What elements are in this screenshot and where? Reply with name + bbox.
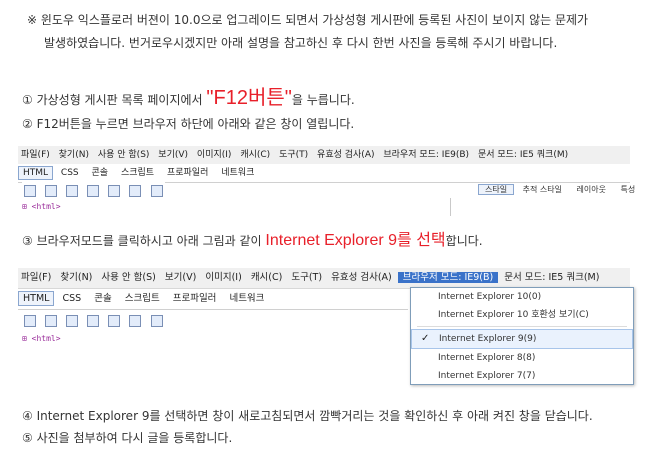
dom-icon-2[interactable] [150,315,163,327]
tab-profiler[interactable]: 프로파일러 [162,168,213,178]
tab-network-2[interactable]: 네트워크 [224,293,269,304]
tab-console-2[interactable]: 콘솔 [89,293,116,304]
browser-mode-menu[interactable]: 브라우저 모드: IE9(B) [380,150,472,160]
browser-mode-dropdown: Internet Explorer 10(0) Internet Explore… [410,287,634,385]
browser-mode-menu-active[interactable]: 브라우저 모드: IE9(B) [397,272,499,283]
menu-disable[interactable]: 사용 안 함(S) [95,150,153,160]
html-node-label-2: <html> [31,334,61,343]
tab-html-2[interactable]: HTML [18,291,55,306]
html-node-label: <html> [31,202,61,211]
dropdown-item-ie10-compat[interactable]: Internet Explorer 10 호환성 보기(C) [411,306,633,324]
tab-css-2[interactable]: CSS [57,293,86,304]
tab-html[interactable]: HTML [18,166,54,180]
edit-icon[interactable] [129,185,142,197]
step-5: ⑤ 사진을 첨부하여 다시 글을 등록합니다. [22,431,233,445]
devtools-menubar-1: 파일(F) 찾기(N) 사용 안 함(S) 보기(V) 이미지(I) 캐시(C)… [18,146,630,165]
word-wrap-icon[interactable] [108,185,121,197]
step-3-post: 합니다. [445,234,483,248]
tab-style[interactable]: 스타일 [478,184,515,195]
menu-validate-2[interactable]: 유효성 검사(A) [328,272,395,283]
dropdown-item-ie9[interactable]: ✓ Internet Explorer 9(9) [411,329,633,349]
html-node-1[interactable]: ⊞ <html> [22,202,61,211]
tab-attributes[interactable]: 특성 [615,185,642,194]
menu-find-2[interactable]: 찾기(N) [57,272,95,283]
dropdown-item-ie10[interactable]: Internet Explorer 10(0) [411,288,633,306]
tab-console[interactable]: 콘솔 [87,168,114,178]
word-wrap-icon-2[interactable] [108,315,121,327]
clear-icon[interactable] [45,185,58,197]
html-node-2[interactable]: ⊞ <html> [22,334,61,343]
menu-view[interactable]: 보기(V) [155,150,191,160]
step-1-post: 을 누릅니다. [291,93,355,107]
dropdown-item-ie7[interactable]: Internet Explorer 7(7) [411,367,633,385]
step-3-emph: Internet Explorer 9를 선택 [265,232,446,249]
refresh-icon[interactable] [87,185,100,197]
step-1-pre: ① 가상성형 게시판 목록 페이지에서 [22,93,203,107]
menu-images-2[interactable]: 이미지(I) [202,272,244,283]
dropdown-item-label: Internet Explorer 7(7) [438,371,536,381]
devtools-tabbar-1: HTML CSS 콘솔 스크립트 프로파일러 네트워크 [18,164,630,183]
tab-network[interactable]: 네트워크 [216,168,259,178]
notice-line-2: 발생하였습니다. 번거로우시겠지만 아래 설명을 참고하신 후 다시 한번 사진… [44,36,558,50]
dropdown-item-label: Internet Explorer 10(0) [438,292,542,302]
dom-icon[interactable] [150,185,163,197]
menu-images[interactable]: 이미지(I) [194,150,235,160]
dropdown-separator [417,326,627,327]
select-element-icon[interactable] [24,185,36,197]
step-1-emph: "F12버튼" [206,87,292,109]
menu-find[interactable]: 찾기(N) [56,150,92,160]
menu-file[interactable]: 파일(F) [18,150,53,160]
right-panel-1 [450,198,631,216]
tab-profiler-2[interactable]: 프로파일러 [168,293,222,304]
tab-script-2[interactable]: 스크립트 [120,293,165,304]
tab-trace-style[interactable]: 추적 스타일 [517,185,568,194]
step-1: ① 가상성형 게시판 목록 페이지에서 "F12버튼"을 누릅니다. [22,86,355,112]
dropdown-item-label: Internet Explorer 9(9) [439,334,537,344]
tab-css[interactable]: CSS [56,168,84,178]
devtools-toolbar-2 [22,312,165,328]
devtools-tabbar-2: HTML CSS 콘솔 스크립트 프로파일러 네트워크 [18,289,408,310]
menu-file-2[interactable]: 파일(F) [18,272,54,283]
save-icon-2[interactable] [66,315,79,327]
document-mode-menu-2[interactable]: 문서 모드: IE5 쿼크(M) [501,272,602,283]
check-icon: ✓ [421,333,430,344]
step-2: ② F12버튼을 누르면 브라우저 하단에 아래와 같은 창이 열립니다. [22,117,355,131]
tab-layout[interactable]: 레이아웃 [571,185,612,194]
menu-tools[interactable]: 도구(T) [276,150,311,160]
dropdown-item-label: Internet Explorer 8(8) [438,353,536,363]
menu-cache-2[interactable]: 캐시(C) [248,272,286,283]
step-4: ④ Internet Explorer 9를 선택하면 창이 새로고침되면서 깜… [22,409,593,423]
notice-line-1: ※ 윈도우 익스플로러 버젼이 10.0으로 업그레이드 되면서 가상성형 게시… [27,13,589,27]
step-3-pre: ③ 브라우저모드를 클릭하시고 아래 그림과 같이 [22,234,262,248]
dropdown-item-label: Internet Explorer 10 호환성 보기(C) [438,310,589,320]
menu-tools-2[interactable]: 도구(T) [288,272,325,283]
menu-view-2[interactable]: 보기(V) [162,272,199,283]
document-mode-menu[interactable]: 문서 모드: IE5 쿼크(M) [475,150,571,160]
menu-validate[interactable]: 유효성 검사(A) [314,150,377,160]
menu-disable-2[interactable]: 사용 안 함(S) [98,272,158,283]
devtools-toolbar-1 [22,182,165,198]
edit-icon-2[interactable] [129,315,142,327]
menu-cache[interactable]: 캐시(C) [237,150,273,160]
clear-icon-2[interactable] [45,315,58,327]
dropdown-item-ie8[interactable]: Internet Explorer 8(8) [411,349,633,367]
select-element-icon-2[interactable] [24,315,36,327]
right-panel-tabs: 스타일 추적 스타일 레이아웃 특성 [478,182,641,198]
refresh-icon-2[interactable] [87,315,100,327]
save-icon[interactable] [66,185,79,197]
step-3: ③ 브라우저모드를 클릭하시고 아래 그림과 같이 Internet Explo… [22,231,483,251]
tab-script[interactable]: 스크립트 [116,168,159,178]
devtools-menubar-2: 파일(F) 찾기(N) 사용 안 함(S) 보기(V) 이미지(I) 캐시(C)… [18,268,630,289]
